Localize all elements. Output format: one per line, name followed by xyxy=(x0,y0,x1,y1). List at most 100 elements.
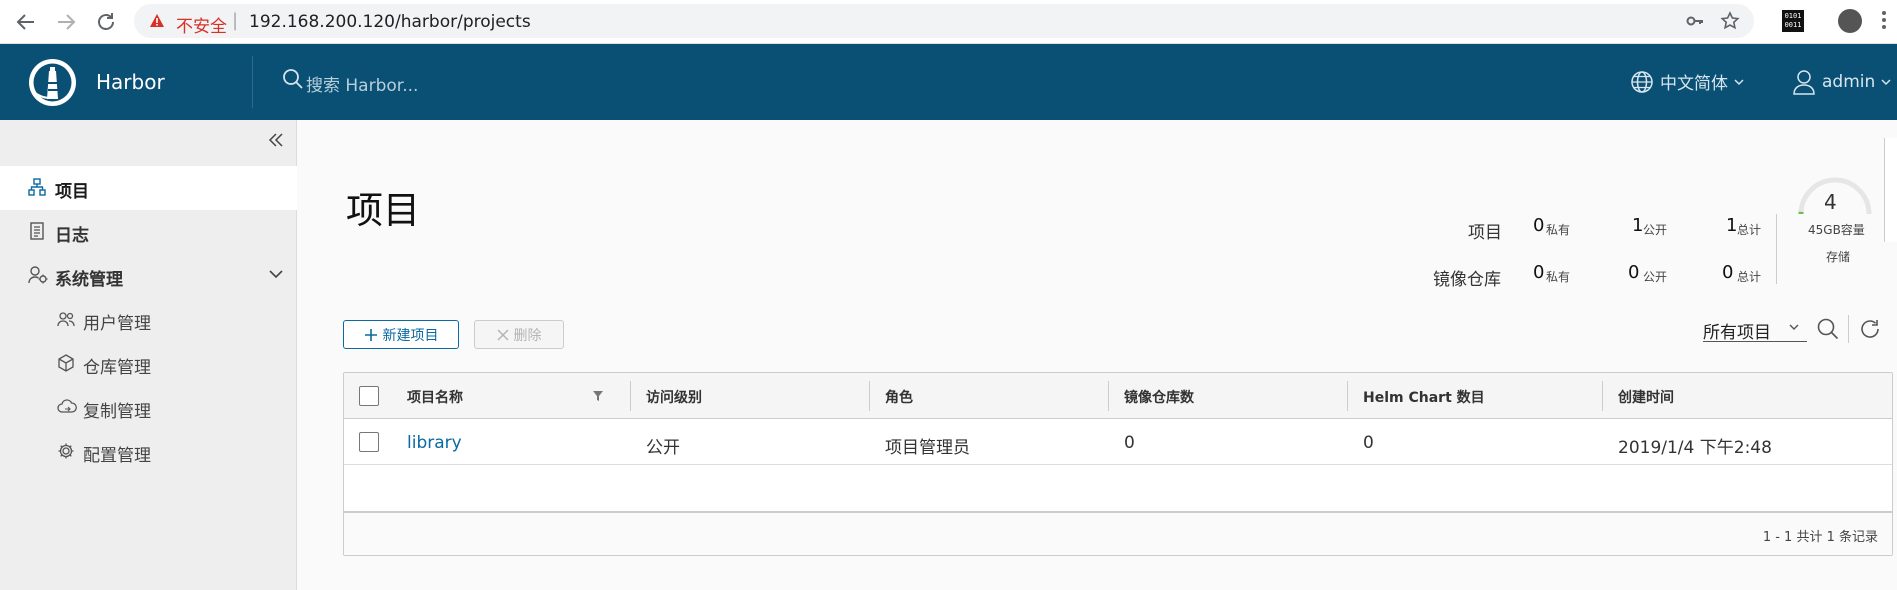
replication-icon xyxy=(57,398,77,416)
column-header-role[interactable]: 角色 xyxy=(885,387,913,407)
users-icon xyxy=(57,310,75,328)
stat-public-label: 公开 xyxy=(1643,223,1668,237)
stat-total-label: 总计 xyxy=(1737,270,1762,284)
stat-repos-total: 0 xyxy=(1722,262,1734,283)
projects-icon xyxy=(28,178,46,196)
search-icon[interactable] xyxy=(282,68,304,90)
sidebar-item-configuration[interactable]: 配置管理 xyxy=(0,430,297,474)
table-row[interactable]: library 公开 项目管理员 0 0 2019/1/4 下午2:48 xyxy=(344,419,1892,465)
language-selector[interactable]: 中文简体 xyxy=(1630,69,1744,94)
toolbar-divider xyxy=(1848,315,1849,343)
page-title: 项目 xyxy=(346,189,420,232)
delete-button[interactable]: 删除 xyxy=(474,320,564,349)
browser-menu-icon[interactable] xyxy=(1881,9,1887,31)
app-header: Harbor 搜索 Harbor... 中文简体 admin xyxy=(0,44,1897,120)
extension-icon[interactable]: 0101 0011 xyxy=(1782,10,1804,32)
column-header-helm-chart-count[interactable]: Helm Chart 数目 xyxy=(1363,387,1485,407)
brand-name[interactable]: Harbor xyxy=(96,70,165,94)
registry-icon xyxy=(57,354,75,372)
role-cell: 项目管理员 xyxy=(885,438,970,458)
table-header: 项目名称 访问级别 角色 镜像仓库数 Helm Chart 数目 创建时间 xyxy=(344,373,1892,419)
stat-total-label: 总计 xyxy=(1737,223,1762,237)
header-divider xyxy=(252,56,253,108)
repo-count-cell: 0 xyxy=(1124,433,1135,453)
sidebar-item-registries[interactable]: 仓库管理 xyxy=(0,342,297,386)
plus-icon xyxy=(364,328,378,342)
project-filter-select[interactable]: 所有项目 xyxy=(1703,318,1807,343)
extension-label: 0101 0011 xyxy=(1784,12,1802,29)
username-label: admin xyxy=(1822,72,1876,92)
sidebar-item-label: 用户管理 xyxy=(83,314,151,334)
address-bar[interactable]: 不安全 | 192.168.200.120/harbor/projects xyxy=(134,4,1754,38)
sidebar: 项目 日志 系统管理 用户管理 仓库管理 复制管理 配置管理 xyxy=(0,120,297,590)
sidebar-item-label: 仓库管理 xyxy=(83,358,151,378)
column-header-name[interactable]: 项目名称 xyxy=(407,387,463,407)
column-separator[interactable] xyxy=(869,381,870,411)
sidebar-item-label: 配置管理 xyxy=(83,446,151,466)
stat-private-label: 私有 xyxy=(1546,223,1571,237)
stat-repos-private: 0 xyxy=(1533,262,1545,283)
storage-count: 4 xyxy=(1824,190,1837,214)
address-separator: | xyxy=(232,10,239,31)
sidebar-item-users[interactable]: 用户管理 xyxy=(0,298,297,342)
logs-icon xyxy=(28,222,46,240)
stats-divider xyxy=(1776,214,1777,284)
sidebar-item-label: 复制管理 xyxy=(83,402,151,422)
column-separator[interactable] xyxy=(1602,381,1603,411)
config-icon xyxy=(57,442,75,460)
delete-label: 删除 xyxy=(513,327,542,344)
column-header-repo-count[interactable]: 镜像仓库数 xyxy=(1124,387,1194,407)
projects-table: 项目名称 访问级别 角色 镜像仓库数 Helm Chart 数目 创建时间 li… xyxy=(343,372,1893,556)
reload-icon[interactable] xyxy=(94,10,118,34)
storage-capacity: 45GB容量 xyxy=(1808,223,1865,237)
admin-icon xyxy=(28,266,48,284)
back-icon[interactable] xyxy=(14,10,38,34)
sidebar-item-logs[interactable]: 日志 xyxy=(0,210,297,254)
stat-projects-private: 0 xyxy=(1533,215,1545,236)
globe-icon xyxy=(1630,70,1654,94)
sidebar-item-label: 日志 xyxy=(55,226,89,246)
new-project-label: 新建项目 xyxy=(382,327,439,344)
collapse-sidebar-icon[interactable] xyxy=(268,132,284,148)
new-project-button[interactable]: 新建项目 xyxy=(343,320,459,349)
harbor-logo-icon[interactable] xyxy=(27,57,78,108)
chevron-down-icon xyxy=(1881,78,1891,86)
warning-icon[interactable] xyxy=(149,13,165,29)
column-separator[interactable] xyxy=(1108,381,1109,411)
chevron-down-icon xyxy=(1789,323,1799,331)
user-icon xyxy=(1792,69,1816,95)
column-separator[interactable] xyxy=(630,381,631,411)
language-label: 中文简体 xyxy=(1660,74,1728,94)
sidebar-item-label: 项目 xyxy=(55,182,89,202)
global-search-input[interactable]: 搜索 Harbor... xyxy=(306,71,418,96)
row-checkbox[interactable] xyxy=(359,432,379,452)
refresh-icon[interactable] xyxy=(1858,317,1882,341)
creation-time-cell: 2019/1/4 下午2:48 xyxy=(1618,438,1772,458)
key-icon[interactable] xyxy=(1686,12,1704,30)
stat-private-label: 私有 xyxy=(1546,270,1571,284)
side-panel-edge[interactable] xyxy=(1884,138,1897,242)
bookmark-star-icon[interactable] xyxy=(1720,11,1740,31)
sidebar-item-administration[interactable]: 系统管理 xyxy=(0,254,297,298)
pagination-summary: 1 - 1 共计 1 条记录 xyxy=(1762,530,1878,545)
search-icon[interactable] xyxy=(1816,317,1840,341)
filter-icon[interactable] xyxy=(592,390,604,402)
close-icon xyxy=(496,328,509,341)
storage-label: 存储 xyxy=(1826,250,1851,264)
chevron-down-icon[interactable] xyxy=(268,269,284,279)
column-separator[interactable] xyxy=(1347,381,1348,411)
insecure-label[interactable]: 不安全 xyxy=(176,12,227,37)
url-text[interactable]: 192.168.200.120/harbor/projects xyxy=(249,12,531,32)
user-menu[interactable]: admin xyxy=(1792,69,1891,95)
helm-chart-count-cell: 0 xyxy=(1363,433,1374,453)
sidebar-item-replications[interactable]: 复制管理 xyxy=(0,386,297,430)
column-header-creation-time[interactable]: 创建时间 xyxy=(1618,387,1674,407)
sidebar-item-projects[interactable]: 项目 xyxy=(0,166,297,210)
column-header-access-level[interactable]: 访问级别 xyxy=(646,387,702,407)
profile-avatar[interactable] xyxy=(1838,9,1862,33)
stats-projects-label: 项目 xyxy=(1468,223,1502,243)
forward-icon[interactable] xyxy=(54,10,78,34)
stat-public-label: 公开 xyxy=(1643,270,1668,284)
select-all-checkbox[interactable] xyxy=(359,386,379,406)
project-name-link[interactable]: library xyxy=(407,433,462,453)
